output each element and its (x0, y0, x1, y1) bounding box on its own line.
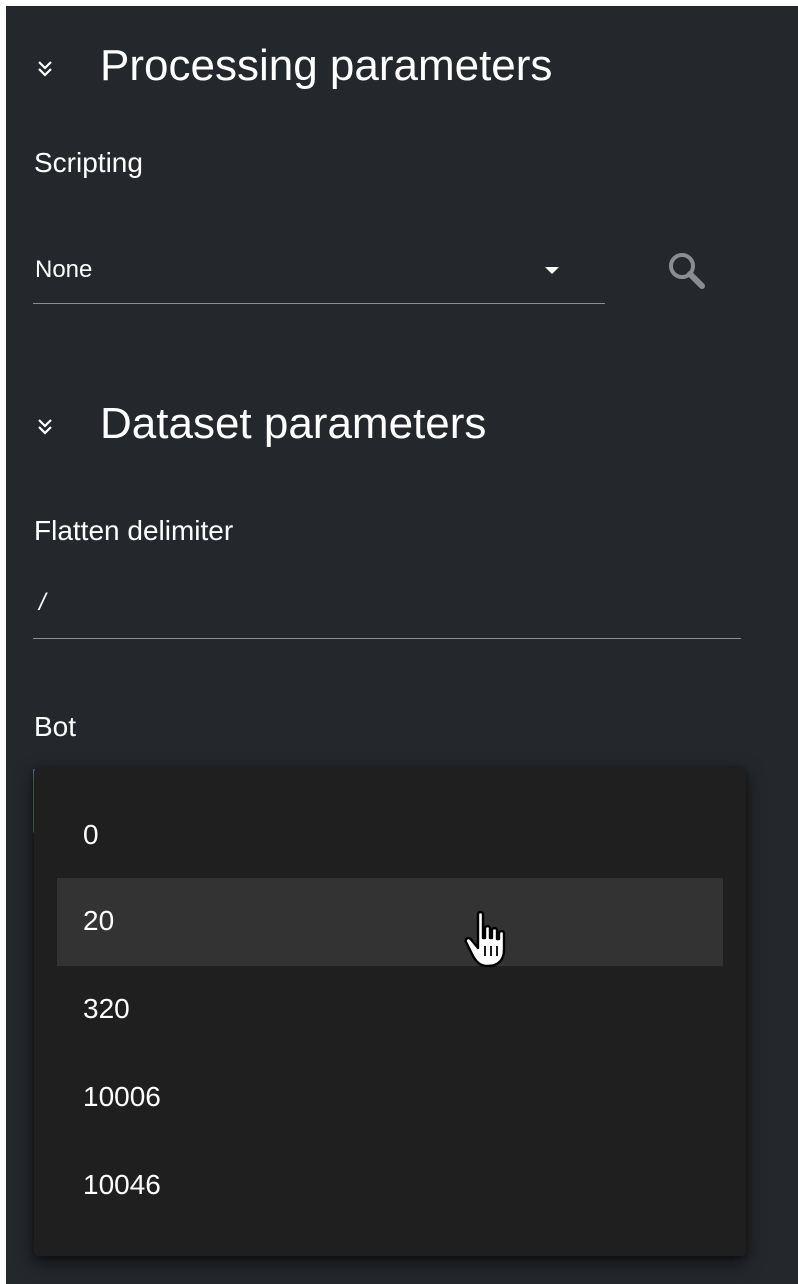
menu-item-label: 20 (83, 905, 115, 936)
bot-option-0[interactable]: 0 (57, 792, 723, 880)
bot-option-10046[interactable]: 10046 (57, 1142, 723, 1230)
flatten-delimiter-label: Flatten delimiter (34, 515, 234, 546)
bot-label: Bot (34, 711, 77, 742)
processing-section-header[interactable]: Processing parameters (6, 36, 706, 96)
bot-option-320[interactable]: 320 (57, 966, 723, 1054)
scripting-label: Scripting (34, 147, 143, 178)
flatten-delimiter-input[interactable]: / (33, 586, 741, 639)
scripting-select[interactable]: None (33, 249, 605, 304)
bot-option-20[interactable]: 20 (57, 878, 723, 966)
double-chevron-down-icon (38, 419, 52, 435)
menu-item-label: 10046 (83, 1169, 161, 1200)
double-chevron-down-icon (38, 61, 52, 77)
bot-dropdown-menu: 0 20 320 10006 10046 (34, 768, 746, 1256)
scripting-select-value: None (35, 256, 93, 283)
search-icon (669, 253, 705, 289)
menu-item-label: 10006 (83, 1081, 161, 1112)
dataset-section-header[interactable]: Dataset parameters (6, 394, 706, 454)
parameters-panel: Processing parameters Scripting None Dat… (6, 6, 798, 1284)
dataset-section-title: Dataset parameters (100, 399, 487, 448)
menu-item-label: 0 (83, 819, 99, 850)
scripting-search-button[interactable] (664, 248, 710, 294)
dropdown-caret-icon (545, 267, 559, 274)
processing-section-title: Processing parameters (100, 41, 553, 90)
flatten-delimiter-value: / (39, 589, 46, 616)
bot-option-10006[interactable]: 10006 (57, 1054, 723, 1142)
menu-item-label: 320 (83, 993, 130, 1024)
